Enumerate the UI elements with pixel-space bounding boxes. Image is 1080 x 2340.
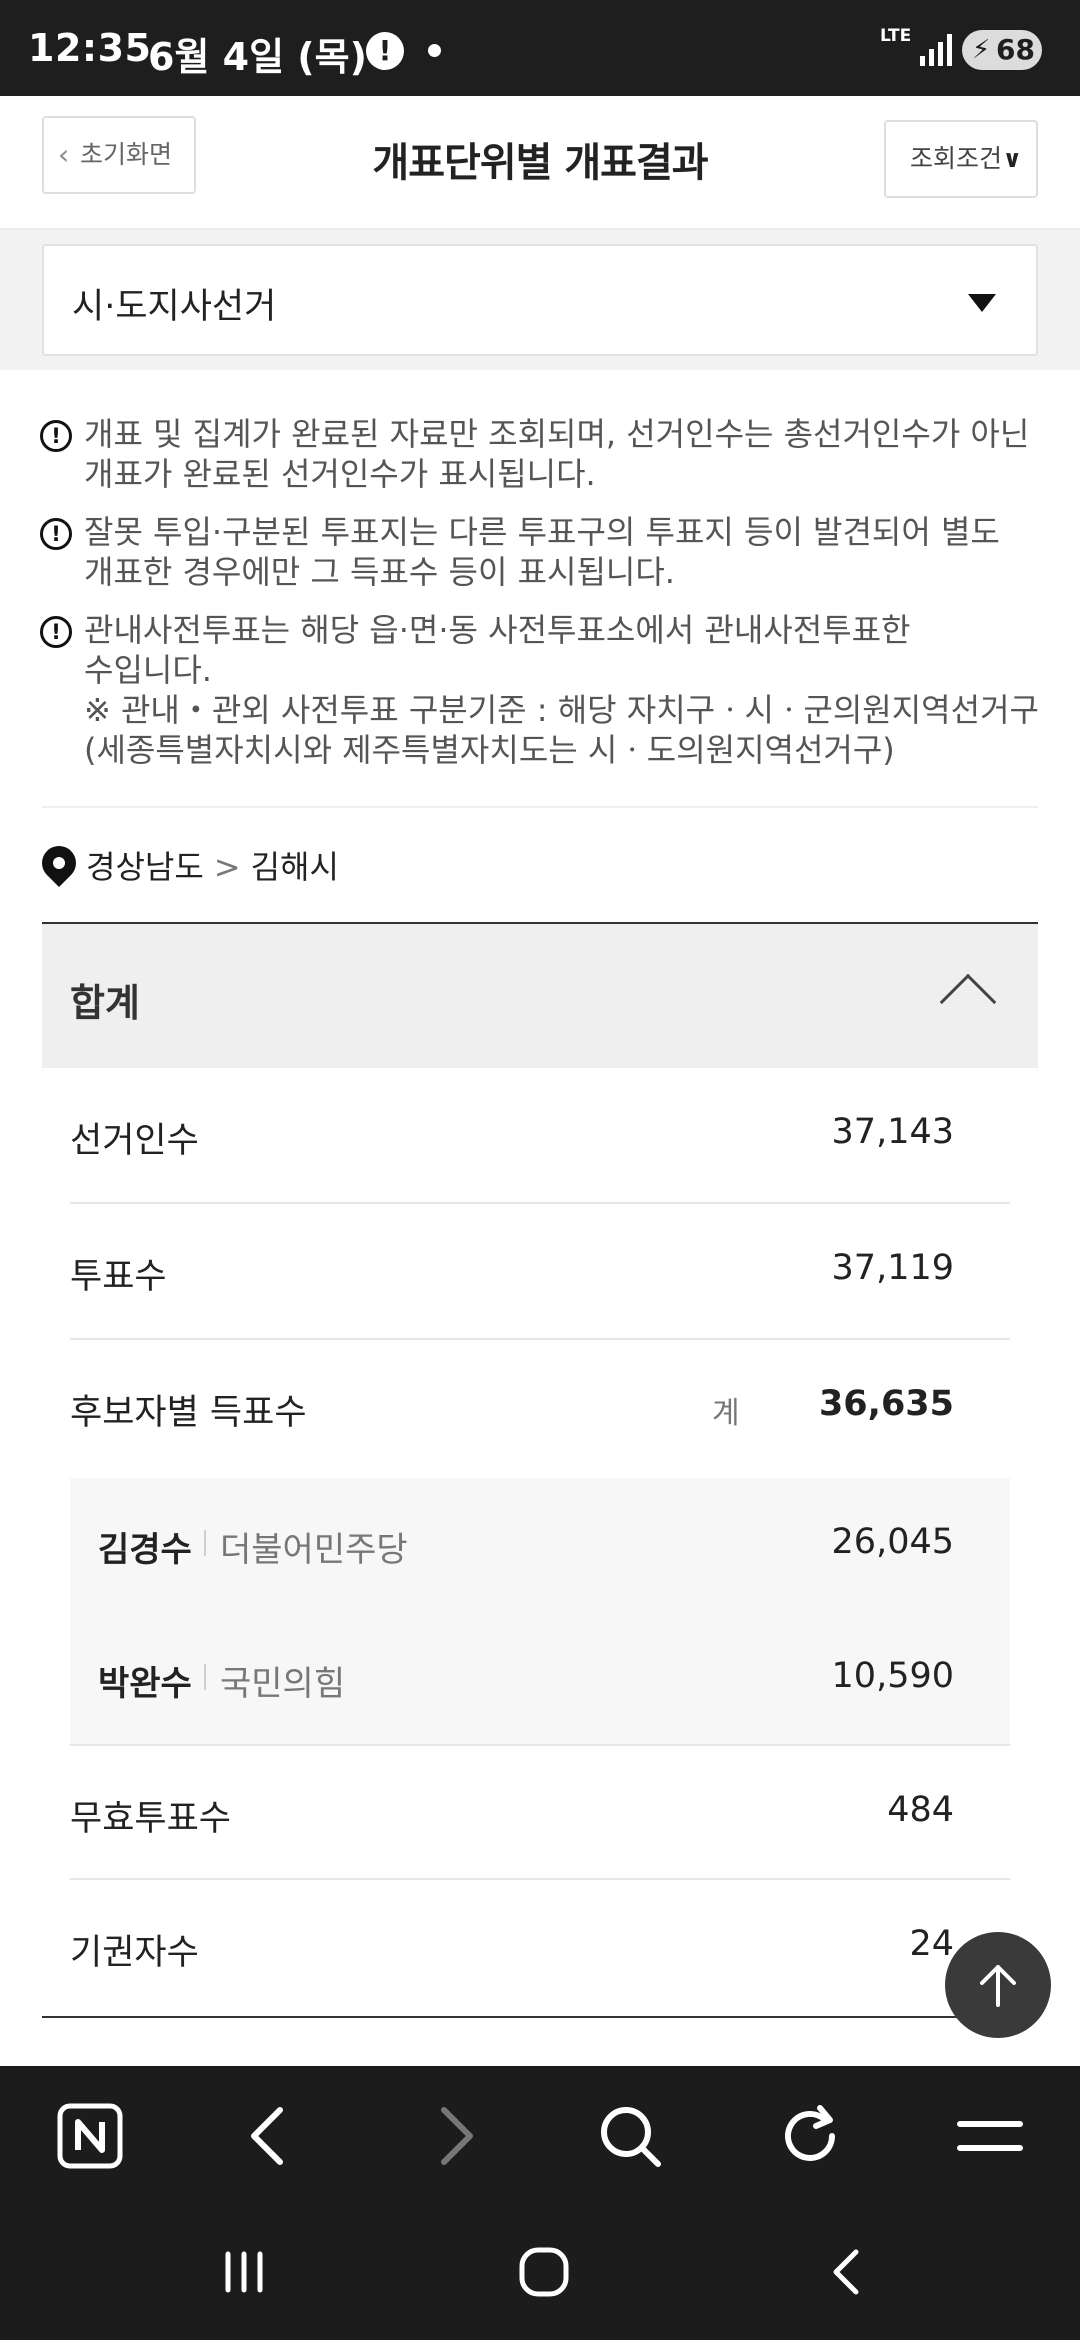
notice-item: ! 개표 및 집계가 완료된 자료만 조회되며, 선거인수는 총선거인수가 아닌… — [40, 414, 1040, 494]
invalid-votes-label: 무효투표수 — [70, 1799, 232, 1839]
caret-down-icon — [968, 294, 996, 312]
charging-icon: ⚡ — [972, 35, 991, 65]
chevron-up-icon[interactable] — [939, 973, 997, 1031]
breadcrumb-separator: > — [213, 848, 241, 886]
candidate-votes-total: 36,635 — [818, 1384, 954, 1424]
election-type-value: 시·도지사선거 — [72, 287, 277, 327]
invalid-votes-value: 484 — [887, 1790, 954, 1830]
candidate-list: 김경수 더불어민주당 26,045 박완수 국민의힘 10,590 — [70, 1478, 1010, 1744]
breadcrumb-province[interactable]: 경상남도 — [86, 848, 204, 886]
alert-icon: ! — [366, 32, 404, 70]
candidate-party: 국민의힘 — [220, 1664, 346, 1704]
network-type: LTE — [880, 26, 912, 46]
abstain-value: 24 — [909, 1924, 954, 1964]
notice-item: ! 관내사전투표는 해당 읍·면·동 사전투표소에서 관내사전투표한 수입니다.… — [40, 610, 1040, 770]
notice-item: ! 잘못 투입·구분된 투표지는 다른 투표구의 투표지 등이 발견되어 별도 … — [40, 512, 1040, 592]
home-icon[interactable] — [514, 2242, 574, 2302]
section-bottom-rule — [42, 2016, 1038, 2018]
breadcrumb-text: 경상남도 > 김해시 — [86, 842, 339, 888]
invalid-votes-row: 무효투표수 484 — [70, 1744, 1010, 1880]
recent-apps-icon[interactable] — [214, 2242, 274, 2302]
search-icon[interactable] — [594, 2100, 666, 2172]
notice-subtext: ※ 관내・관외 사전투표 구분기준 : 해당 자치구ㆍ시ㆍ군의원지역선거구(세종… — [84, 691, 1039, 769]
voters-row: 투표수 37,119 — [70, 1204, 1010, 1340]
candidate-votes: 26,045 — [831, 1522, 954, 1562]
candidate-votes-row: 후보자별 득표수 계 36,635 — [70, 1340, 1010, 1476]
candidate-name: 김경수 — [98, 1530, 192, 1570]
notice-text: 관내사전투표는 해당 읍·면·동 사전투표소에서 관내사전투표한 수입니다. — [84, 611, 911, 689]
exclamation-icon: ! — [40, 518, 72, 550]
abstain-row: 기권자수 24 — [70, 1880, 1010, 2016]
breadcrumb-city[interactable]: 김해시 — [251, 848, 339, 886]
battery-level: 68 — [996, 33, 1035, 66]
filter-button-label: 조회조건 — [910, 144, 1003, 173]
abstain-label: 기권자수 — [70, 1933, 199, 1973]
notice-text: 잘못 투입·구분된 투표지는 다른 투표구의 투표지 등이 발견되어 별도 개표… — [84, 513, 1000, 591]
page-header: ‹ 초기화면 개표단위별 개표결과 조회조건 ∨ — [0, 96, 1080, 230]
candidate-votes-label: 후보자별 득표수 — [70, 1393, 307, 1433]
voters-value: 37,119 — [831, 1248, 954, 1288]
chevron-down-icon: ∨ — [1002, 145, 1023, 173]
back-chevron-icon[interactable] — [234, 2100, 306, 2172]
back-icon[interactable] — [818, 2242, 878, 2302]
candidate-separator — [204, 1664, 206, 1690]
notice-list: ! 개표 및 집계가 완료된 자료만 조회되며, 선거인수는 총선거인수가 아닌… — [40, 414, 1040, 788]
summary-section-header[interactable]: 합계 — [42, 922, 1038, 1068]
reload-icon[interactable] — [774, 2100, 846, 2172]
system-navigation-bar — [0, 2206, 1080, 2340]
exclamation-icon: ! — [40, 420, 72, 452]
hamburger-icon[interactable] — [954, 2100, 1026, 2172]
filter-button[interactable]: 조회조건 ∨ — [884, 120, 1038, 198]
candidate-votes-sum-label: 계 — [712, 1396, 740, 1431]
electors-label: 선거인수 — [70, 1121, 199, 1161]
arrow-up-icon — [980, 1965, 1016, 2007]
voters-label: 투표수 — [70, 1257, 167, 1297]
divider — [42, 806, 1038, 808]
summary-title: 합계 — [70, 981, 140, 1025]
election-select-area: 시·도지사선거 — [0, 230, 1080, 370]
notice-text: 개표 및 집계가 완료된 자료만 조회되며, 선거인수는 총선거인수가 아닌 개… — [84, 415, 1030, 493]
candidate-name: 박완수 — [98, 1664, 192, 1704]
status-bar: 12:35 6월 4일 (목) ! LTE ⚡ 68 — [0, 0, 1080, 96]
status-time: 12:35 — [28, 26, 152, 70]
candidate-separator — [204, 1530, 206, 1556]
exclamation-icon: ! — [40, 616, 72, 648]
naver-n-icon[interactable] — [54, 2100, 126, 2172]
notification-dot-icon — [428, 44, 441, 57]
electors-value: 37,143 — [831, 1112, 954, 1152]
candidate-party: 더불어민주당 — [220, 1530, 408, 1570]
browser-toolbar — [0, 2066, 1080, 2206]
location-pin-icon — [34, 838, 84, 888]
candidate-row: 김경수 더불어민주당 26,045 — [70, 1478, 1010, 1612]
candidate-votes: 10,590 — [831, 1656, 954, 1696]
candidate-row: 박완수 국민의힘 10,590 — [70, 1612, 1010, 1746]
scroll-top-button[interactable] — [945, 1932, 1051, 2038]
forward-chevron-icon[interactable] — [418, 2100, 490, 2172]
electors-row: 선거인수 37,143 — [70, 1068, 1010, 1204]
election-type-select[interactable]: 시·도지사선거 — [42, 244, 1038, 356]
battery-indicator: ⚡ 68 — [962, 30, 1042, 70]
status-date: 6월 4일 (목) — [148, 35, 367, 79]
signal-icon — [920, 34, 952, 66]
